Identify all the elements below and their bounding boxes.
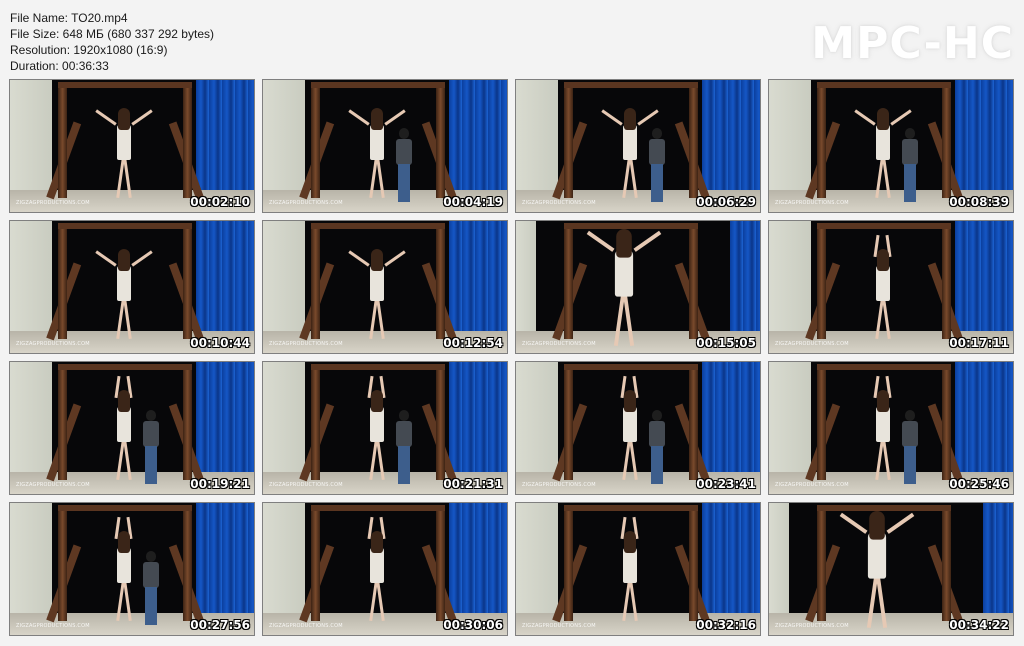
thumbnail-frame-image <box>263 362 507 494</box>
thumbnail-timestamp: 00:23:41 <box>696 477 756 491</box>
thumbnail-watermark: ZIGZAGPRODUCTIONS.COM <box>269 200 343 206</box>
thumbnail-watermark: ZIGZAGPRODUCTIONS.COM <box>775 482 849 488</box>
woman-figure <box>348 108 406 200</box>
mpc-hc-logo: MPC-HC <box>811 18 1014 69</box>
video-thumbnail: ZIGZAGPRODUCTIONS.COM 00:30:06 <box>262 502 508 636</box>
thumbnail-frame-image <box>516 221 760 353</box>
thumbnail-frame-image <box>263 503 507 635</box>
thumbnail-watermark: ZIGZAGPRODUCTIONS.COM <box>16 200 90 206</box>
woman-figure <box>873 234 893 341</box>
thumbnail-timestamp: 00:17:11 <box>949 336 1009 350</box>
video-thumbnail: ZIGZAGPRODUCTIONS.COM 00:19:21 <box>9 361 255 495</box>
thumbnail-watermark: ZIGZAGPRODUCTIONS.COM <box>16 482 90 488</box>
video-thumbnail: ZIGZAGPRODUCTIONS.COM 00:32:16 <box>515 502 761 636</box>
thumbnail-frame-image <box>10 221 254 353</box>
video-thumbnail: ZIGZAGPRODUCTIONS.COM 00:04:19 <box>262 79 508 213</box>
woman-figure <box>873 375 893 482</box>
woman-figure <box>95 108 153 200</box>
thumbnail-frame-image <box>516 362 760 494</box>
woman-figure <box>586 229 662 349</box>
thumbnail-frame-image <box>10 80 254 212</box>
video-thumbnail: ZIGZAGPRODUCTIONS.COM 00:34:22 <box>768 502 1014 636</box>
thumbnail-timestamp: 00:08:39 <box>949 195 1009 209</box>
video-thumbnail: ZIGZAGPRODUCTIONS.COM 00:06:29 <box>515 79 761 213</box>
video-thumbnail: ZIGZAGPRODUCTIONS.COM 00:10:44 <box>9 220 255 354</box>
duration: Duration: 00:36:33 <box>10 59 109 73</box>
man-figure <box>395 128 413 202</box>
thumbnail-timestamp: 00:15:05 <box>696 336 756 350</box>
video-thumbnail: ZIGZAGPRODUCTIONS.COM 00:08:39 <box>768 79 1014 213</box>
thumbnail-timestamp: 00:34:22 <box>949 618 1009 632</box>
thumbnail-frame-image <box>769 362 1013 494</box>
file-info: File Name: TO20.mp4 File Size: 648 МБ (6… <box>10 10 214 74</box>
resolution: Resolution: 1920x1080 (16:9) <box>10 43 168 57</box>
thumbnail-timestamp: 00:02:10 <box>190 195 250 209</box>
woman-figure <box>839 511 915 631</box>
thumbnail-frame-image <box>10 362 254 494</box>
thumbnail-watermark: ZIGZAGPRODUCTIONS.COM <box>775 341 849 347</box>
thumbnail-watermark: ZIGZAGPRODUCTIONS.COM <box>775 623 849 629</box>
thumbnail-watermark: ZIGZAGPRODUCTIONS.COM <box>269 341 343 347</box>
thumbnail-watermark: ZIGZAGPRODUCTIONS.COM <box>269 623 343 629</box>
video-thumbnail: ZIGZAGPRODUCTIONS.COM 00:12:54 <box>262 220 508 354</box>
file-name: File Name: TO20.mp4 <box>10 11 128 25</box>
woman-figure <box>114 516 134 623</box>
thumbnail-watermark: ZIGZAGPRODUCTIONS.COM <box>522 623 596 629</box>
thumbnail-watermark: ZIGZAGPRODUCTIONS.COM <box>522 341 596 347</box>
woman-figure <box>620 375 640 482</box>
thumbnail-watermark: ZIGZAGPRODUCTIONS.COM <box>16 623 90 629</box>
thumbnail-timestamp: 00:30:06 <box>443 618 503 632</box>
woman-figure <box>854 108 912 200</box>
thumbnail-frame-image <box>263 221 507 353</box>
woman-figure <box>348 249 406 341</box>
thumbnail-timestamp: 00:32:16 <box>696 618 756 632</box>
woman-figure <box>114 375 134 482</box>
thumbnail-watermark: ZIGZAGPRODUCTIONS.COM <box>522 200 596 206</box>
thumbnail-timestamp: 00:04:19 <box>443 195 503 209</box>
thumbnail-timestamp: 00:06:29 <box>696 195 756 209</box>
video-thumbnail: ZIGZAGPRODUCTIONS.COM 00:27:56 <box>9 502 255 636</box>
man-figure <box>901 410 919 484</box>
thumbnail-frame-image <box>516 80 760 212</box>
man-figure <box>142 551 160 625</box>
man-figure <box>142 410 160 484</box>
thumbnail-watermark: ZIGZAGPRODUCTIONS.COM <box>16 341 90 347</box>
thumbnail-frame-image <box>769 503 1013 635</box>
woman-figure <box>601 108 659 200</box>
thumbnail-timestamp: 00:10:44 <box>190 336 250 350</box>
thumbnail-timestamp: 00:21:31 <box>443 477 503 491</box>
video-thumbnail: ZIGZAGPRODUCTIONS.COM 00:02:10 <box>9 79 255 213</box>
video-thumbnail: ZIGZAGPRODUCTIONS.COM 00:25:46 <box>768 361 1014 495</box>
thumbnail-timestamp: 00:19:21 <box>190 477 250 491</box>
man-figure <box>648 128 666 202</box>
woman-figure <box>367 375 387 482</box>
video-thumbnail: ZIGZAGPRODUCTIONS.COM 00:15:05 <box>515 220 761 354</box>
thumbnail-frame-image <box>769 80 1013 212</box>
thumbnail-timestamp: 00:25:46 <box>949 477 1009 491</box>
video-thumbnail: ZIGZAGPRODUCTIONS.COM 00:17:11 <box>768 220 1014 354</box>
thumbnail-frame-image <box>10 503 254 635</box>
man-figure <box>901 128 919 202</box>
thumbnail-frame-image <box>516 503 760 635</box>
video-thumbnail: ZIGZAGPRODUCTIONS.COM 00:23:41 <box>515 361 761 495</box>
thumbnail-timestamp: 00:27:56 <box>190 618 250 632</box>
thumbnail-frame-image <box>263 80 507 212</box>
file-size: File Size: 648 МБ (680 337 292 bytes) <box>10 27 214 41</box>
thumbnail-watermark: ZIGZAGPRODUCTIONS.COM <box>775 200 849 206</box>
thumbnail-frame-image <box>769 221 1013 353</box>
woman-figure <box>95 249 153 341</box>
thumbnail-watermark: ZIGZAGPRODUCTIONS.COM <box>522 482 596 488</box>
woman-figure <box>367 516 387 623</box>
man-figure <box>648 410 666 484</box>
video-thumbnail: ZIGZAGPRODUCTIONS.COM 00:21:31 <box>262 361 508 495</box>
thumbnail-timestamp: 00:12:54 <box>443 336 503 350</box>
thumbnail-watermark: ZIGZAGPRODUCTIONS.COM <box>269 482 343 488</box>
woman-figure <box>620 516 640 623</box>
thumbnail-grid: ZIGZAGPRODUCTIONS.COM 00:02:10 ZIGZAGPRODU… <box>9 79 1015 636</box>
man-figure <box>395 410 413 484</box>
